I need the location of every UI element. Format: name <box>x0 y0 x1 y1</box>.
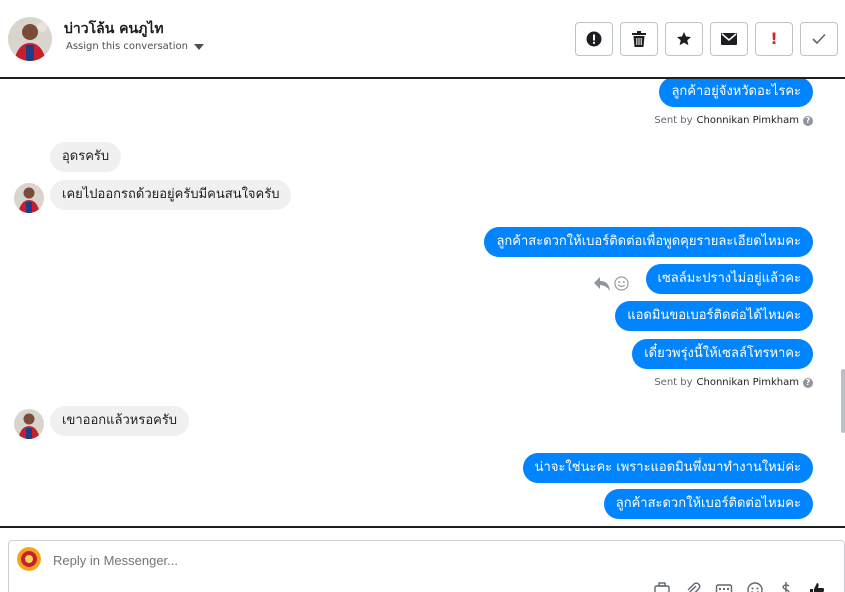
reply-icon[interactable] <box>594 276 610 291</box>
reply-input[interactable] <box>53 553 653 568</box>
outgoing-message[interactable]: น่าจะใช่นะคะ เพราะแอดมินพึ่งมาทำงานใหม่ค… <box>522 453 813 483</box>
payment-icon[interactable] <box>777 581 795 592</box>
exclamation-icon: ! <box>770 29 778 48</box>
scrollbar-thumb[interactable] <box>841 369 845 433</box>
message-tools <box>594 276 629 291</box>
assign-label: Assign this conversation <box>66 41 188 52</box>
incoming-message[interactable]: อุดรครับ <box>50 142 122 172</box>
outgoing-message[interactable]: เซลล์มะปรางไม่อยู่แล้วคะ <box>645 264 813 294</box>
help-icon[interactable]: ? <box>803 115 813 126</box>
sent-by-info: Sent by Chonnikan Pimkham ? <box>654 115 813 126</box>
page-avatar <box>17 547 41 571</box>
envelope-icon <box>721 33 737 45</box>
sent-by-prefix: Sent by <box>654 377 693 388</box>
outgoing-message[interactable]: เดี๋ยวพรุ่งนี้ให้เซลล์โทรหาคะ <box>632 339 813 369</box>
mark-unread-button[interactable] <box>710 22 748 56</box>
composer-toolbar <box>653 581 826 592</box>
star-icon <box>677 32 691 46</box>
outgoing-message[interactable]: ลูกค้าอยู่จังหวัดอะไรคะ <box>659 79 813 107</box>
divider <box>0 526 845 528</box>
flag-important-button[interactable]: ! <box>755 22 793 56</box>
sent-by-prefix: Sent by <box>654 115 693 126</box>
saved-replies-icon[interactable] <box>653 581 671 592</box>
thumbs-up-icon[interactable] <box>808 581 826 592</box>
incoming-message[interactable]: เคยไปออกรถด้วยอยู่ครับมีคนสนใจครับ <box>50 180 292 210</box>
reply-composer <box>8 540 845 592</box>
contact-name[interactable]: บ่าวโล้น คนภูไท <box>64 18 164 40</box>
header-actions: ! <box>575 22 838 56</box>
trash-icon <box>632 31 646 47</box>
emoji-reaction-icon[interactable] <box>614 276 629 291</box>
mark-done-button[interactable] <box>800 22 838 56</box>
sent-by-info: Sent by Chonnikan Pimkham ? <box>654 377 813 388</box>
outgoing-message[interactable]: ลูกค้าสะดวกให้เบอร์ติดต่อไหมคะ <box>603 489 813 519</box>
keyboard-icon[interactable] <box>715 581 733 592</box>
attachment-icon[interactable] <box>684 581 702 592</box>
assign-conversation-dropdown[interactable]: Assign this conversation <box>66 41 204 52</box>
contact-avatar[interactable] <box>8 17 52 61</box>
contact-avatar-small <box>14 409 44 439</box>
help-icon[interactable]: ? <box>803 377 813 388</box>
chevron-down-icon <box>193 43 204 50</box>
checkmark-icon <box>812 33 826 45</box>
outgoing-message[interactable]: ลูกค้าสะดวกให้เบอร์ติดต่อเพื่อพูดคุยรายล… <box>484 227 813 257</box>
exclamation-circle-icon <box>586 31 602 47</box>
star-button[interactable] <box>665 22 703 56</box>
emoji-icon[interactable] <box>746 581 764 592</box>
sent-by-name: Chonnikan Pimkham <box>696 115 799 126</box>
sent-by-name: Chonnikan Pimkham <box>696 377 799 388</box>
contact-avatar-small <box>14 183 44 213</box>
conversation-header: บ่าวโล้น คนภูไท Assign this conversation <box>0 0 845 79</box>
incoming-message[interactable]: เขาออกแล้วหรอครับ <box>50 406 190 436</box>
spam-button[interactable] <box>575 22 613 56</box>
message-thread[interactable]: ลูกค้าอยู่จังหวัดอะไรคะ Sent by Chonnika… <box>0 79 845 527</box>
outgoing-message[interactable]: แอดมินขอเบอร์ติดต่อได้ไหมคะ <box>615 301 813 331</box>
delete-button[interactable] <box>620 22 658 56</box>
